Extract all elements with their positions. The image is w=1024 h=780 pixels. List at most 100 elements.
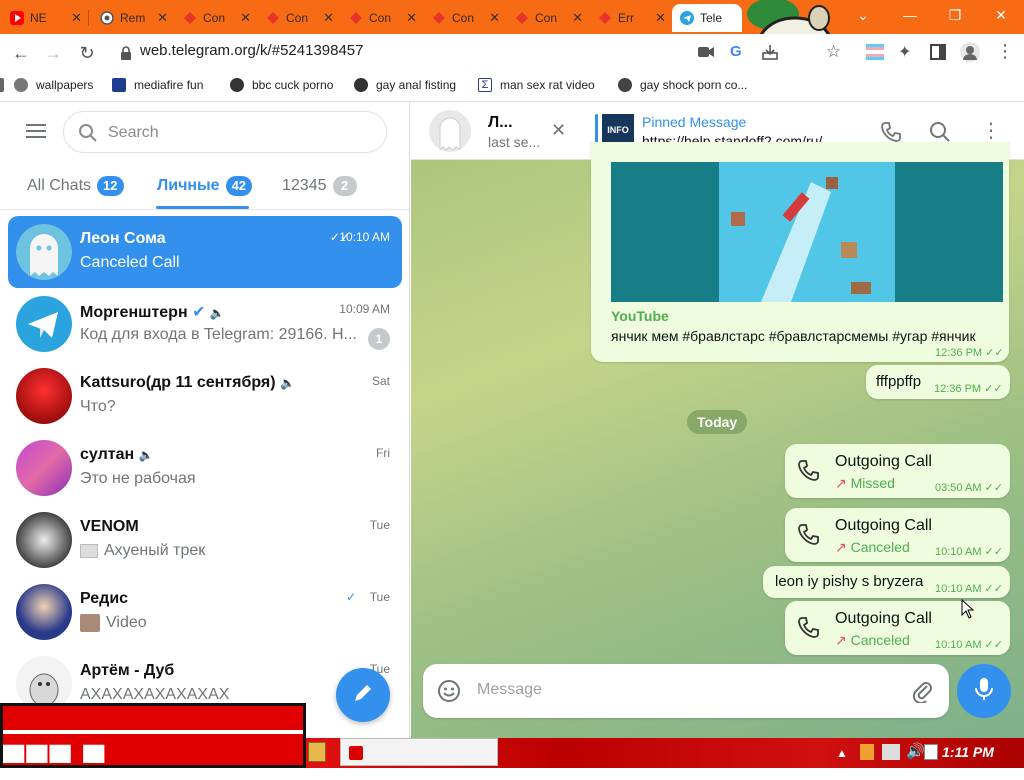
browser-tab[interactable]: Rem ✕: [92, 4, 172, 32]
attach-paperclip-icon[interactable]: [911, 679, 933, 708]
message-composer[interactable]: Message: [423, 664, 949, 718]
outgoing-message-bubble[interactable]: fffppffp 12:36 PM ✓✓: [866, 365, 1010, 399]
close-icon[interactable]: ✕: [406, 10, 417, 26]
system-clock[interactable]: 1:11 PM: [942, 744, 994, 760]
outgoing-message-bubble[interactable]: leon iy pishy s bryzera 10:10 AM ✓✓: [763, 566, 1010, 598]
folder-tab-all-chats[interactable]: All Chats 12: [27, 176, 124, 196]
video-thumbnail[interactable]: [611, 162, 1003, 302]
browser-tab[interactable]: Con ✕: [175, 4, 255, 32]
folder-tab-personal[interactable]: Личные 42: [157, 176, 253, 196]
browser-tab[interactable]: Con ✕: [341, 4, 421, 32]
overlay-video-popup[interactable]: ▀▀▀ ▀: [0, 703, 306, 779]
lock-icon[interactable]: [120, 46, 132, 65]
tab-label: Err: [618, 11, 634, 25]
side-panel-icon[interactable]: [930, 44, 946, 65]
call-message-bubble[interactable]: Outgoing Call ↗ Canceled 10:10 AM ✓✓: [785, 508, 1010, 562]
emoji-icon[interactable]: [437, 679, 461, 708]
voice-record-button[interactable]: [957, 664, 1011, 718]
bookmark-item[interactable]: mediafire fun: [112, 78, 203, 92]
browser-tab[interactable]: NE ✕: [2, 4, 86, 32]
tray-app-icon-2[interactable]: [924, 744, 938, 760]
browser-tab[interactable]: Con ✕: [507, 4, 587, 32]
folder-icon[interactable]: [308, 742, 326, 762]
bookmark-item[interactable]: gay anal fisting: [354, 78, 456, 92]
close-icon[interactable]: ✕: [572, 10, 583, 26]
avatar[interactable]: [429, 110, 471, 152]
close-icon[interactable]: ✕: [489, 10, 500, 26]
close-window-icon[interactable]: ✕: [986, 4, 1016, 26]
browser-tab-active[interactable]: Tele: [672, 4, 742, 32]
minimize-icon[interactable]: —: [895, 4, 925, 26]
bookmark-item[interactable]: wallpapers: [14, 78, 93, 92]
profile-avatar-icon[interactable]: [960, 42, 980, 62]
show-hidden-icons-chevron-icon[interactable]: ▲: [836, 746, 848, 760]
volume-icon[interactable]: 🔊: [906, 742, 925, 760]
new-message-button[interactable]: [336, 668, 390, 722]
chat-list-item[interactable]: Редис ✓ Tue Video: [8, 576, 402, 648]
taskbar-window-button[interactable]: [340, 738, 498, 766]
youtube-link-preview-message[interactable]: YouTube янчик мем #бравлстарс #бравлстар…: [591, 142, 1009, 362]
browser-tab[interactable]: Err ✕: [590, 4, 670, 32]
phone-call-icon[interactable]: [797, 458, 821, 482]
forward-arrow-icon[interactable]: →: [40, 40, 66, 66]
pinned-message-label[interactable]: Pinned Message: [642, 114, 746, 130]
bookmark-item[interactable]: gay shock porn co...: [618, 78, 747, 92]
bookmark-item[interactable]: bbc cuck porno: [230, 78, 333, 92]
phone-call-icon[interactable]: [797, 615, 821, 639]
check-icon: ✓: [345, 590, 356, 604]
reload-icon[interactable]: ↻: [74, 40, 100, 66]
double-check-icon: ✓✓: [985, 347, 1004, 359]
search-input[interactable]: Search: [63, 111, 387, 153]
bookmark-label: man sex rat video: [500, 78, 595, 92]
bookmark-folder-icon[interactable]: [0, 78, 4, 92]
sigma-icon: Σ: [478, 78, 492, 92]
close-icon[interactable]: ✕: [157, 10, 168, 26]
chat-last-message: Код для входа в Telegram: 29166. Н...: [80, 326, 357, 343]
puzzle-extensions-icon[interactable]: ✦: [898, 42, 911, 62]
folder-tab-label: Личные: [157, 177, 220, 194]
back-arrow-icon[interactable]: ←: [8, 40, 34, 66]
camera-icon[interactable]: [698, 45, 714, 64]
chat-list-item[interactable]: султан 🔈 Fri Это не рабочая: [8, 432, 402, 504]
url-field[interactable]: web.telegram.org/k/#5241398457: [140, 42, 364, 59]
close-icon[interactable]: ✕: [551, 120, 566, 141]
network-icon[interactable]: [882, 744, 900, 760]
chat-list-item[interactable]: Kattsuro(др 11 сентября) 🔈 Sat Что?: [8, 360, 402, 432]
hamburger-menu-icon[interactable]: [26, 124, 46, 145]
install-icon[interactable]: [762, 44, 778, 65]
call-message-bubble[interactable]: Outgoing Call ↗ Canceled 10:10 AM ✓✓: [785, 601, 1010, 655]
flag-extension-icon[interactable]: [866, 44, 884, 65]
verified-badge-icon: ✔: [192, 304, 206, 321]
browser-tab[interactable]: Con ✕: [424, 4, 504, 32]
gear-skull-icon: [618, 78, 632, 92]
message-input-placeholder[interactable]: Message: [477, 681, 542, 699]
close-icon[interactable]: ✕: [323, 10, 334, 26]
more-menu-icon[interactable]: ⋮: [981, 118, 1001, 143]
chat-last-message: Это не рабочая: [80, 470, 196, 487]
tab-search-chevron-icon[interactable]: ⌄: [848, 4, 878, 26]
call-message-bubble[interactable]: Outgoing Call ↗ Missed 03:50 AM ✓✓: [785, 444, 1010, 498]
call-status-text: Missed: [850, 475, 895, 491]
maximize-icon[interactable]: ❐: [940, 4, 970, 26]
chat-title[interactable]: Л...: [488, 114, 513, 132]
tray-app-icon[interactable]: [860, 744, 874, 760]
tab-label: Tele: [700, 11, 723, 25]
chat-list-item[interactable]: Моргенштерн ✔ 🔈 10:09 AM Код для входа в…: [8, 288, 402, 360]
tab-label: Con: [535, 11, 558, 25]
close-icon[interactable]: ✕: [71, 10, 82, 26]
folder-tab-12345[interactable]: 12345 2: [282, 176, 357, 196]
kebab-menu-icon[interactable]: ⋮: [996, 41, 1014, 62]
phone-call-icon[interactable]: [797, 522, 821, 546]
chat-list-item[interactable]: VENOM Tue Ахуеный трек: [8, 504, 402, 576]
close-icon[interactable]: ✕: [240, 10, 251, 26]
browser-tab[interactable]: Con ✕: [258, 4, 338, 32]
tab-label: NE: [30, 11, 47, 25]
chat-list-item[interactable]: Леон Сома ✓✓ 10:10 AM Canceled Call: [8, 216, 402, 288]
tab-label: Con: [286, 11, 309, 25]
close-icon[interactable]: ✕: [655, 10, 666, 26]
bookmark-item[interactable]: Σ man sex rat video: [478, 78, 595, 92]
message-time: 10:10 AM ✓✓: [935, 582, 1003, 595]
link-source-label[interactable]: YouTube: [611, 308, 669, 324]
star-bookmark-icon[interactable]: ☆: [826, 42, 841, 62]
google-icon[interactable]: G: [730, 43, 742, 60]
